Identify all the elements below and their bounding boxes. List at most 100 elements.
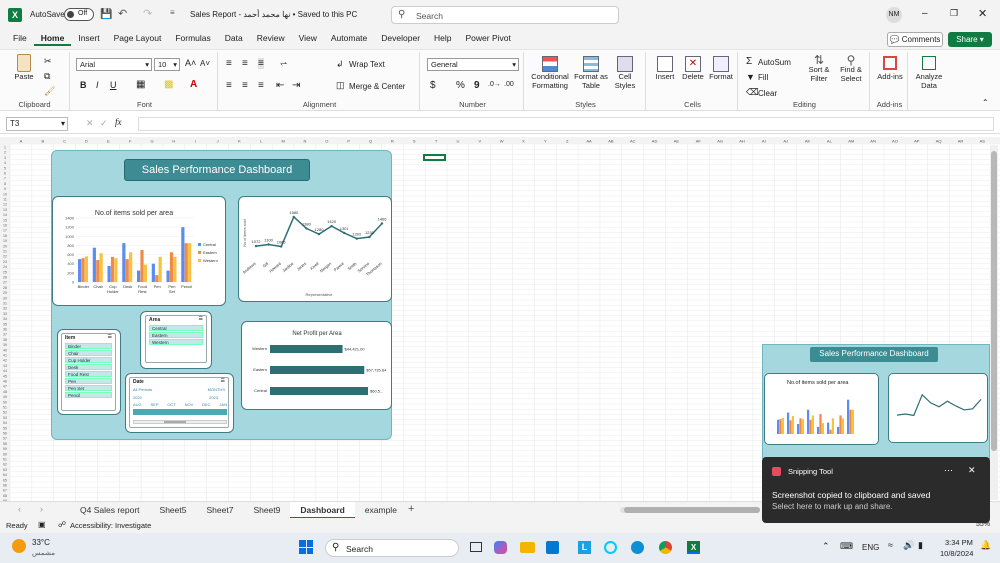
date-level[interactable]: MONTHS bbox=[208, 387, 225, 392]
date-timeline-scroll[interactable] bbox=[133, 420, 227, 424]
currency-icon[interactable]: $ bbox=[430, 80, 436, 91]
slicer-item[interactable]: Pen Set bbox=[65, 385, 112, 391]
wrap-text-button[interactable]: Wrap Text bbox=[349, 60, 385, 69]
wifi-icon[interactable]: ≈ bbox=[888, 540, 893, 550]
menu-formulas[interactable]: Formulas bbox=[168, 33, 217, 46]
italic-icon[interactable]: I bbox=[96, 80, 99, 90]
increase-font-icon[interactable]: A˄ bbox=[185, 58, 196, 68]
clear-button[interactable]: Clear bbox=[758, 89, 777, 98]
font-size-select[interactable]: 10 ▾ bbox=[154, 58, 180, 71]
menu-home[interactable]: Home bbox=[33, 33, 72, 46]
add-sheet-icon[interactable]: + bbox=[408, 503, 414, 515]
horizontal-scroll-thumb[interactable] bbox=[624, 507, 760, 513]
comments-button[interactable]: 💬 Comments bbox=[887, 32, 943, 47]
sheet-tab-sheet9[interactable]: Sheet9 bbox=[243, 502, 290, 519]
store-icon[interactable] bbox=[546, 541, 559, 554]
fill-icon[interactable]: ▼ bbox=[746, 72, 755, 82]
slicer-item[interactable]: Eastern bbox=[149, 332, 203, 338]
clock-time[interactable]: 3:34 PM bbox=[945, 538, 973, 547]
tray-chevron-icon[interactable]: ⌃ bbox=[822, 541, 830, 552]
sort-filter-button[interactable]: ⇅ Sort & Filter bbox=[804, 54, 834, 83]
menu-automate[interactable]: Automate bbox=[324, 33, 374, 46]
fill-button[interactable]: Fill bbox=[758, 73, 768, 82]
menu-power-pivot[interactable]: Power Pivot bbox=[459, 33, 518, 46]
accessibility-icon[interactable]: ☍ bbox=[58, 520, 66, 529]
sheet-tab-dashboard[interactable]: Dashboard bbox=[290, 502, 355, 519]
format-painter-icon[interactable]: 🖌 bbox=[44, 86, 55, 97]
name-box[interactable]: T3 ▾ bbox=[6, 117, 68, 131]
input-language[interactable]: ENG bbox=[862, 543, 879, 552]
close-icon[interactable]: ✕ bbox=[968, 465, 976, 476]
share-button[interactable]: Share ▾ bbox=[948, 32, 992, 47]
sheet-tab-sheet7[interactable]: Sheet7 bbox=[196, 502, 243, 519]
macro-record-icon[interactable]: ▣ bbox=[38, 520, 46, 529]
copilot-icon[interactable] bbox=[494, 541, 507, 554]
align-center-icon[interactable]: ≡ bbox=[242, 80, 248, 91]
menu-review[interactable]: Review bbox=[250, 33, 292, 46]
slicer-item[interactable]: Pen bbox=[65, 378, 112, 384]
item-slicer[interactable]: Item ☰ Binder Chair Cup Holder Desk Food Res… bbox=[61, 333, 116, 411]
underline-icon[interactable]: U bbox=[110, 80, 117, 90]
minimize-icon[interactable]: – bbox=[922, 8, 928, 19]
autosum-icon[interactable]: Σ bbox=[746, 56, 752, 67]
merge-icon[interactable]: ◫ bbox=[336, 80, 345, 91]
insert-button[interactable]: Insert bbox=[652, 56, 678, 81]
menu-developer[interactable]: Developer bbox=[374, 33, 427, 46]
save-icon[interactable]: 💾 bbox=[100, 9, 112, 20]
font-name-select[interactable]: Arial ▾ bbox=[76, 58, 152, 71]
menu-file[interactable]: File bbox=[6, 33, 34, 46]
font-color-icon[interactable]: A bbox=[190, 79, 197, 90]
find-select-button[interactable]: ⚲ Find & Select bbox=[836, 54, 866, 83]
slicer-item[interactable]: Chair bbox=[65, 350, 112, 356]
filter-icon[interactable]: ☰ bbox=[199, 316, 203, 322]
paste-button[interactable]: Paste bbox=[10, 54, 38, 81]
formula-input[interactable] bbox=[138, 117, 994, 131]
taskbar-search[interactable]: ⚲ Search bbox=[325, 539, 459, 557]
border-icon[interactable]: ▦ bbox=[136, 79, 145, 90]
weather-icon[interactable] bbox=[12, 539, 26, 553]
sheet-tab-q4-sales-report[interactable]: Q4 Sales report bbox=[70, 502, 150, 519]
prev-sheet-icon[interactable]: ‹ bbox=[18, 504, 21, 514]
accessibility-status[interactable]: Accessibility: Investigate bbox=[70, 521, 151, 530]
collapse-ribbon-icon[interactable]: ⌃ bbox=[982, 98, 989, 107]
percent-icon[interactable]: % bbox=[456, 80, 465, 91]
file-explorer-icon[interactable] bbox=[520, 542, 535, 553]
date-month[interactable]: AUG bbox=[133, 402, 142, 407]
date-month[interactable]: SEP bbox=[151, 402, 159, 407]
avatar[interactable]: NM bbox=[886, 7, 902, 23]
customize-toolbar-icon[interactable]: ≡ bbox=[170, 8, 175, 17]
align-right-icon[interactable]: ≡ bbox=[258, 80, 264, 91]
analyze-data-button[interactable]: Analyze Data bbox=[912, 56, 946, 90]
date-timeline-bar[interactable] bbox=[133, 409, 227, 415]
slicer-item[interactable]: Central bbox=[149, 325, 203, 331]
autosave-toggle[interactable]: Off bbox=[64, 8, 94, 21]
close-icon[interactable]: ✕ bbox=[978, 7, 987, 20]
slicer-item[interactable]: Pencil bbox=[65, 392, 112, 398]
selected-cell[interactable] bbox=[423, 154, 446, 161]
date-month[interactable]: OCT bbox=[167, 402, 175, 407]
task-view-icon[interactable] bbox=[470, 542, 482, 552]
wrap-text-icon[interactable]: ↲ bbox=[336, 59, 344, 70]
volume-icon[interactable]: 🔊 bbox=[903, 540, 914, 551]
copy-icon[interactable]: ⧉ bbox=[44, 71, 50, 82]
date-month[interactable]: NOV bbox=[185, 402, 194, 407]
format-as-table-button[interactable]: Format as Table bbox=[574, 56, 608, 90]
conditional-formatting-button[interactable]: Conditional Formatting bbox=[528, 56, 572, 90]
excel-taskbar-icon[interactable]: X bbox=[687, 541, 700, 554]
undo-icon[interactable]: ↶ bbox=[118, 7, 127, 20]
date-month[interactable]: JAN bbox=[219, 402, 227, 407]
clock-date[interactable]: 10/8/2024 bbox=[940, 549, 973, 558]
chrome-icon[interactable] bbox=[659, 541, 672, 554]
area-slicer[interactable]: Area ☰ Central Eastern Western bbox=[145, 315, 207, 363]
keyboard-icon[interactable]: ⌨ bbox=[840, 541, 853, 552]
increase-decimal-icon[interactable]: .0→ bbox=[488, 81, 501, 88]
cancel-entry-icon[interactable]: ✕ bbox=[86, 118, 94, 129]
vertical-scrollbar[interactable] bbox=[990, 145, 998, 500]
more-options-icon[interactable]: ⋯ bbox=[944, 465, 953, 476]
orientation-icon[interactable]: ⥋ bbox=[280, 58, 287, 69]
menu-view[interactable]: View bbox=[292, 33, 324, 46]
maximize-icon[interactable]: ❐ bbox=[950, 8, 958, 19]
confirm-entry-icon[interactable]: ✓ bbox=[100, 118, 108, 129]
autosum-button[interactable]: AutoSum bbox=[758, 58, 791, 67]
delete-button[interactable]: ✕ Delete bbox=[680, 56, 706, 81]
